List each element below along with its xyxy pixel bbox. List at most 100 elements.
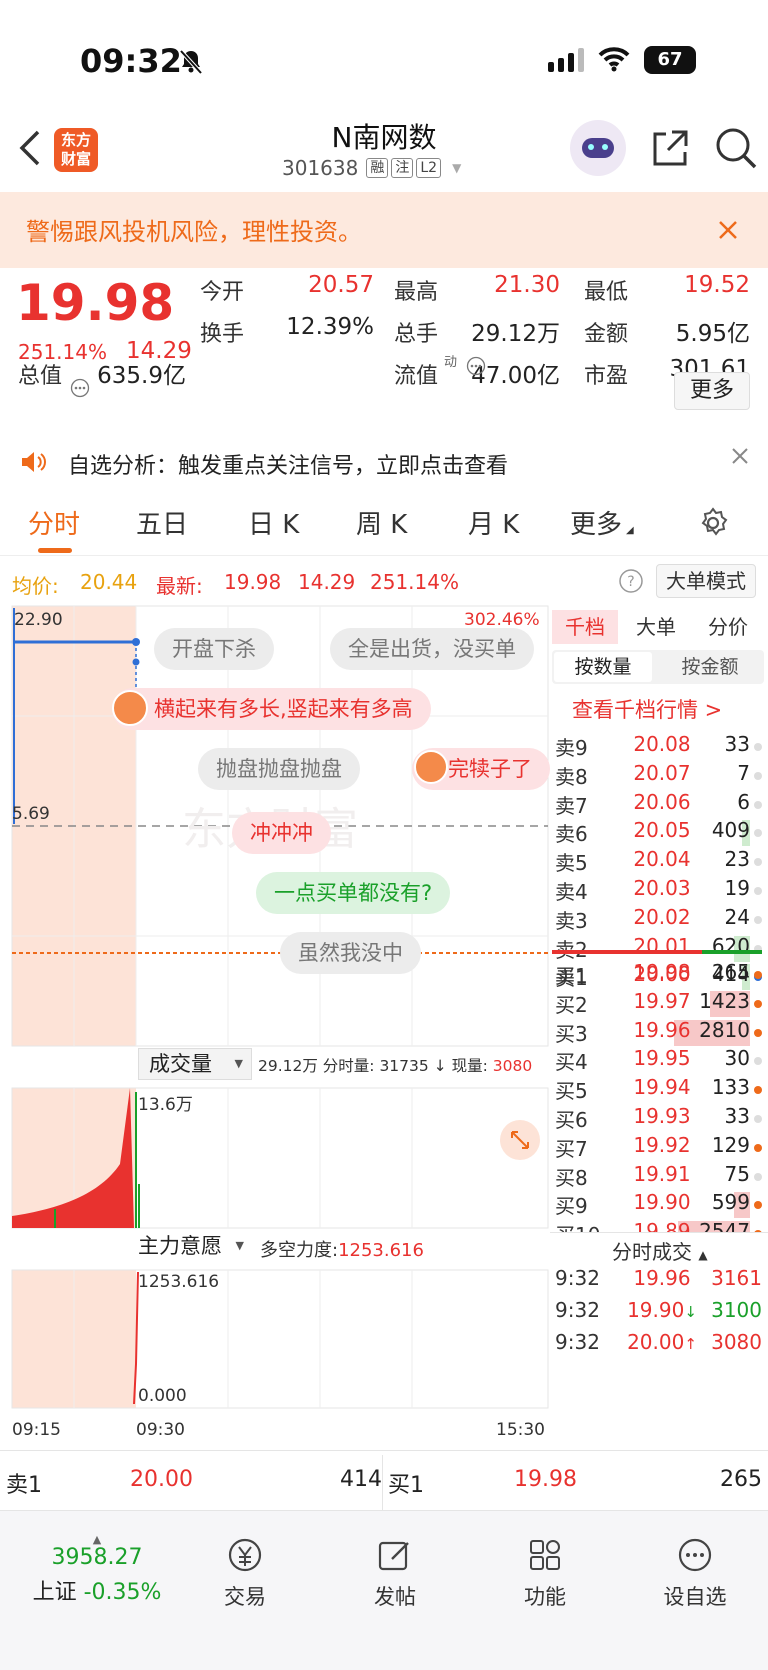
search-icon[interactable]: [714, 126, 758, 170]
trade-button[interactable]: 交易: [190, 1535, 300, 1611]
x-label-close: 15:30: [496, 1420, 545, 1440]
expand-icon[interactable]: [500, 1120, 540, 1160]
status-dot: [754, 999, 762, 1008]
index-widget[interactable]: ▲ 3958.27 上证 -0.35%: [22, 1533, 172, 1606]
trade-arrow-icon: ↓: [684, 1303, 697, 1321]
share-icon[interactable]: [650, 128, 690, 168]
comment-bubble[interactable]: 开盘下杀: [154, 628, 274, 670]
index-value: 3958.27: [51, 1545, 143, 1570]
stock-code: 301638: [282, 156, 359, 180]
order-book-row[interactable]: 买8 19.91 75: [550, 1162, 768, 1192]
bottom-toolbar: ▲ 3958.27 上证 -0.35% 交易 发帖 功能 设自选: [0, 1510, 768, 1670]
order-book-row[interactable]: 买10 19.89 2547: [550, 1219, 768, 1232]
big-order-mode-button[interactable]: 大单模式: [656, 564, 756, 598]
pe-info-icon[interactable]: [466, 356, 486, 376]
tab-0[interactable]: 分时: [28, 504, 81, 553]
sell1-label: 卖1: [6, 1473, 42, 1498]
book-price: 19.91: [633, 1161, 691, 1186]
status-time: 09:32: [80, 42, 182, 80]
settings-gear-icon[interactable]: [696, 506, 730, 540]
speaker-icon: [22, 452, 46, 472]
quote-value: 20.57: [308, 272, 374, 298]
status-dot: [754, 971, 762, 979]
book-vol: 75: [724, 1161, 750, 1186]
tab-1[interactable]: 五日: [136, 504, 188, 541]
order-book-row[interactable]: 买2 19.97 1423: [550, 989, 768, 1019]
volume-selector-label: 成交量: [149, 1052, 212, 1076]
robot-assistant-icon[interactable]: [570, 120, 626, 176]
status-dot: [754, 1057, 762, 1066]
comment-text: 完犊子了: [448, 757, 532, 781]
intraday-chart[interactable]: 东方财富 22.90 302.46% 5.69 开盘下杀 全是出货，没买单 横起…: [0, 604, 550, 1450]
order-book-row[interactable]: 买4 19.95 30: [550, 1046, 768, 1076]
post-button[interactable]: 发帖: [340, 1535, 450, 1611]
tab-3[interactable]: 周 K: [356, 504, 407, 541]
status-bar: 09:32 67: [0, 0, 768, 120]
book-vol: 2810: [699, 1017, 750, 1042]
order-book-row[interactable]: 买9 19.90 599: [550, 1190, 768, 1220]
add-watchlist-button[interactable]: 设自选: [640, 1535, 750, 1611]
tab-label: 分时: [28, 510, 81, 540]
order-book-row[interactable]: 买3 19.96 2810: [550, 1018, 768, 1048]
yen-exchange-icon: [228, 1538, 262, 1572]
help-icon[interactable]: ?: [618, 568, 644, 594]
add-watchlist-label: 设自选: [663, 1585, 727, 1609]
trade-label: 交易: [224, 1585, 266, 1609]
book-label: 买7: [555, 1136, 588, 1161]
trade-row: 9:32 19.96 3161: [550, 1266, 768, 1296]
signal-icon: [548, 48, 584, 72]
volume-selector[interactable]: 成交量 ▼: [138, 1048, 252, 1080]
sell1-vol: 414: [340, 1467, 382, 1492]
bell-muted-icon: [179, 49, 203, 74]
last-price: 19.98: [16, 274, 175, 332]
main-force-selector-label: 主力意愿: [138, 1234, 222, 1258]
book-label: 买3: [555, 1021, 588, 1046]
order-book-row[interactable]: 买7 19.92 129: [550, 1133, 768, 1163]
book-vol: 599: [711, 1190, 750, 1215]
order-book-row[interactable]: 买6 19.93 33: [550, 1104, 768, 1134]
book-vol: 133: [711, 1075, 750, 1100]
comment-bubble[interactable]: 全是出货，没买单: [330, 628, 534, 670]
functions-button[interactable]: 功能: [490, 1535, 600, 1611]
main-force-selector[interactable]: 主力意愿 ▼: [138, 1230, 252, 1262]
trade-time: 9:32: [555, 1330, 600, 1354]
order-book-row[interactable]: 买5 19.94 133: [550, 1075, 768, 1105]
book-price: 19.98: [633, 960, 691, 984]
functions-label: 功能: [524, 1585, 566, 1609]
quote-value: 5.95亿: [675, 321, 750, 347]
order-book-row[interactable]: 买1 19.98 265: [550, 960, 768, 990]
trade-price-value: 19.90: [627, 1298, 685, 1322]
price-info-line: 均价: 20.44 最新: 19.98 14.29 251.14% ? 大单模式: [0, 558, 768, 604]
avatar: [414, 750, 448, 784]
dropdown-icon[interactable]: ▼: [452, 161, 461, 175]
tab-5[interactable]: 更多 ◢: [570, 504, 634, 541]
trade-vol: 3161: [711, 1266, 762, 1290]
notice-close-icon[interactable]: [732, 448, 748, 464]
book-price: 19.93: [633, 1104, 691, 1128]
comment-bubble[interactable]: 抛盘抛盘抛盘: [198, 748, 360, 790]
tab-label: 周 K: [356, 510, 408, 540]
tab-2[interactable]: 日 K: [248, 504, 299, 541]
volume-now: 3080: [492, 1057, 533, 1075]
close-icon[interactable]: [718, 220, 738, 240]
status-dot: [754, 1086, 762, 1095]
trade-time: 9:32: [555, 1266, 600, 1290]
book-label: 买6: [555, 1108, 588, 1132]
buy1-label: 买1: [388, 1473, 424, 1498]
more-button[interactable]: 更多: [674, 372, 750, 410]
trade-arrow-icon: ↑: [684, 1335, 697, 1353]
book-price: 19.95: [633, 1046, 691, 1071]
book-price: 19.92: [633, 1132, 691, 1157]
analysis-notice[interactable]: 自选分析：触发重点关注信号，立即点击查看: [0, 430, 768, 490]
comment-bubble-hot[interactable]: 横起来有多长,竖起来有多高: [112, 688, 431, 730]
tab-4[interactable]: 月 K: [468, 504, 519, 541]
comment-bubble[interactable]: 虽然我没中: [280, 932, 421, 974]
book-price: 19.96: [633, 1017, 691, 1042]
trades-title[interactable]: 分时成交 ▲: [612, 1236, 708, 1265]
info-dots-icon[interactable]: [70, 378, 90, 398]
book-price: 19.89: [633, 1219, 691, 1232]
period-tabs: 分时 五日 日 K 周 K 月 K 更多 ◢: [0, 490, 768, 556]
comment-bubble[interactable]: 一点买单都没有?: [256, 872, 451, 914]
book-label: 买5: [555, 1079, 588, 1104]
comment-bubble[interactable]: 冲冲冲: [232, 812, 331, 854]
